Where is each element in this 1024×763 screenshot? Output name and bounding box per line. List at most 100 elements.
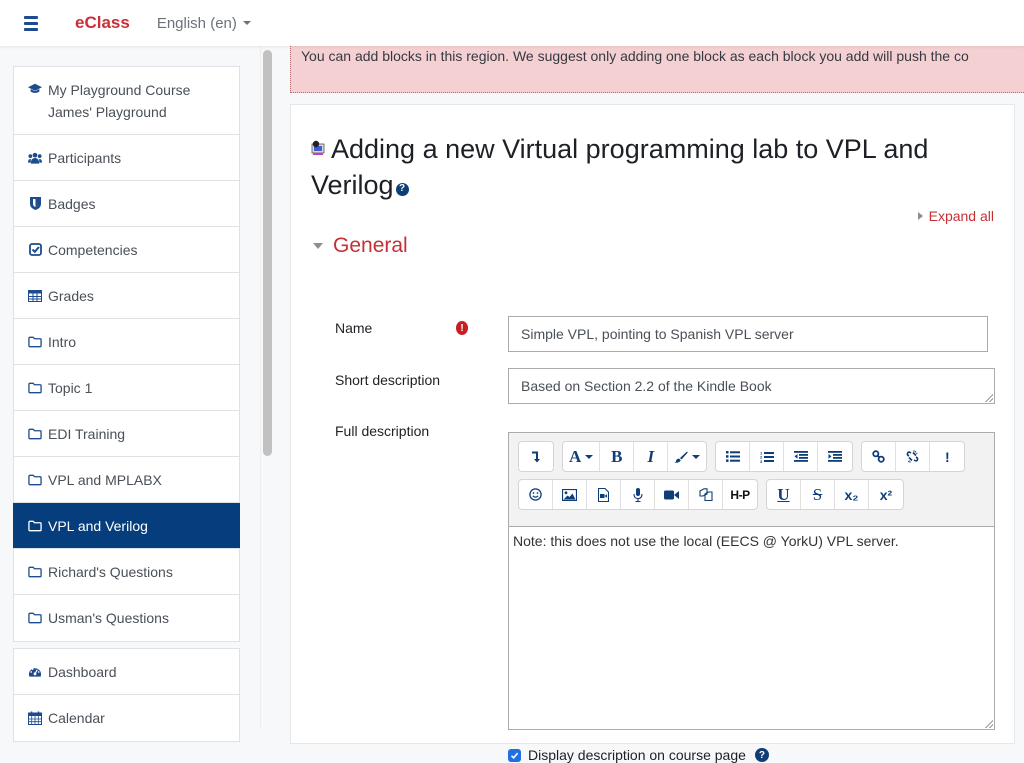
display-description-label[interactable]: Display description on course page (528, 747, 746, 763)
record-video-button[interactable] (655, 480, 689, 509)
insert-h5p-button[interactable]: H-P (723, 480, 757, 509)
sidebar-item-label: Usman's Questions (48, 610, 169, 626)
sidebar-item-topic-1[interactable]: Topic 1 (14, 365, 239, 411)
resize-handle[interactable] (985, 720, 993, 728)
folder-icon (28, 520, 42, 532)
language-label: English (en) (156, 14, 237, 32)
link-button[interactable] (862, 442, 897, 471)
font-style-button[interactable]: A (563, 442, 601, 471)
exclamation-icon: ! (944, 448, 950, 465)
sidebar-item-grades[interactable]: Grades (14, 273, 239, 319)
help-icon[interactable]: ? (395, 182, 409, 196)
expand-all-label: Expand all (928, 208, 994, 224)
name-label: Name (335, 320, 373, 336)
folder-icon (28, 428, 42, 440)
sidebar-item-dashboard[interactable]: Dashboard (14, 649, 239, 695)
caret-down-icon (585, 454, 594, 459)
sidebar-item-label: VPL and Verilog (48, 517, 148, 534)
file-video-icon (598, 487, 609, 502)
short-description-value: Based on Section 2.2 of the Kindle Book (521, 378, 772, 394)
sidebar-item-label: Topic 1 (48, 379, 93, 396)
image-icon (562, 488, 577, 501)
resize-handle[interactable] (985, 394, 993, 402)
emoticon-button[interactable] (519, 480, 553, 509)
sidebar-item-calendar[interactable]: Calendar (14, 695, 239, 741)
full-description-content[interactable]: Note: this does not use the local (EECS … (509, 527, 994, 729)
sidebar-item-participants[interactable]: Participants (14, 135, 239, 181)
smiley-icon (529, 488, 542, 501)
language-selector[interactable]: English (en) (157, 15, 251, 32)
ordered-list-button[interactable]: 123 (750, 442, 785, 471)
bold-button[interactable]: B (600, 442, 635, 471)
italic-button[interactable]: I (634, 442, 669, 471)
sidebar-item-label: My Playground Course James' Playground (48, 82, 191, 120)
folder-icon (28, 566, 42, 578)
toolbar-group: U S x₂ x² (766, 479, 904, 510)
sidebar-item-course-home[interactable]: My Playground Course James' Playground (14, 67, 239, 135)
full-description-text: Note: this does not use the local (EECS … (513, 533, 899, 549)
font-style-icon: A (569, 446, 582, 466)
indent-icon (828, 451, 843, 462)
copy-files-icon (698, 487, 713, 501)
subscript-icon: x₂ (844, 486, 859, 503)
insert-image-button[interactable] (553, 480, 587, 509)
caret-down-icon (313, 243, 323, 249)
toolbar-group: ! (861, 441, 966, 472)
manage-files-button[interactable] (689, 480, 723, 509)
video-camera-icon (664, 490, 679, 499)
sidebar-item-label: Badges (48, 195, 96, 212)
sidebar-scrollbar-thumb[interactable] (263, 50, 272, 456)
folder-icon (28, 612, 42, 624)
underline-button[interactable]: U (767, 480, 801, 509)
accessibility-checker-button[interactable]: ! (930, 442, 964, 471)
insert-media-button[interactable] (587, 480, 621, 509)
toolbar-group: A B I (562, 441, 708, 472)
unlink-button[interactable] (896, 442, 931, 471)
sidebar-item-vpl-and-verilog[interactable]: VPL and Verilog (13, 503, 240, 549)
section-general-toggle[interactable]: General (313, 234, 408, 258)
toolbar-row-2: H-P U S x₂ x² (518, 479, 994, 510)
unordered-list-button[interactable] (716, 442, 751, 471)
paintbrush-icon (674, 451, 689, 463)
sidebar-item-label: Dashboard (48, 663, 117, 680)
link-icon (872, 450, 885, 463)
sidebar-item-label: Calendar (48, 710, 105, 726)
site-nav-group: Dashboard Calendar (13, 648, 240, 742)
sidebar-item-label: VPL and MPLABX (48, 471, 162, 488)
help-icon[interactable]: ? (754, 748, 769, 762)
list-ol-icon: 123 (760, 451, 774, 463)
sidebar-item-label: Participants (48, 149, 122, 166)
folder-icon (28, 474, 42, 486)
sidebar-item-competencies[interactable]: Competencies (14, 227, 239, 273)
sidebar-item-badges[interactable]: Badges (14, 181, 239, 227)
short-description-textarea[interactable]: Based on Section 2.2 of the Kindle Book (508, 368, 995, 404)
activity-form-card: Adding a new Virtual programming lab to … (290, 104, 1015, 763)
strikethrough-button[interactable]: S (801, 480, 835, 509)
sidebar-item-edi-training[interactable]: EDI Training (14, 411, 239, 457)
name-input[interactable]: Simple VPL, pointing to Spanish VPL serv… (508, 316, 988, 352)
superscript-icon: x² (879, 486, 893, 503)
display-description-row: Display description on course page ? (508, 747, 769, 763)
toolbar-toggle-button[interactable] (519, 442, 553, 471)
sidebar-item-richards-questions[interactable]: Richard's Questions (14, 549, 239, 595)
block-region-notice: You can add blocks in this region. We su… (290, 46, 1024, 93)
sidebar-item-intro[interactable]: Intro (14, 319, 239, 365)
sidebar-item-usmans-questions[interactable]: Usman's Questions (14, 595, 239, 641)
subscript-button[interactable]: x₂ (835, 480, 869, 509)
course-nav-group: My Playground Course James' Playground P… (13, 66, 240, 642)
name-input-value: Simple VPL, pointing to Spanish VPL serv… (521, 326, 794, 342)
display-description-checkbox[interactable] (508, 748, 521, 762)
hamburger-menu-icon[interactable] (24, 15, 42, 31)
users-icon (28, 152, 42, 164)
italic-icon: I (647, 446, 655, 466)
font-color-button[interactable] (668, 442, 706, 471)
record-audio-button[interactable] (621, 480, 655, 509)
expand-all-link[interactable]: Expand all (917, 208, 994, 224)
sidebar-item-vpl-and-mplabx[interactable]: VPL and MPLABX (14, 457, 239, 503)
superscript-button[interactable]: x² (869, 480, 903, 509)
outdent-button[interactable] (784, 442, 819, 471)
site-brand[interactable]: eClass (75, 13, 130, 33)
underline-icon: U (777, 484, 790, 504)
page-title: Adding a new Virtual programming lab to … (311, 129, 991, 203)
indent-button[interactable] (818, 442, 852, 471)
